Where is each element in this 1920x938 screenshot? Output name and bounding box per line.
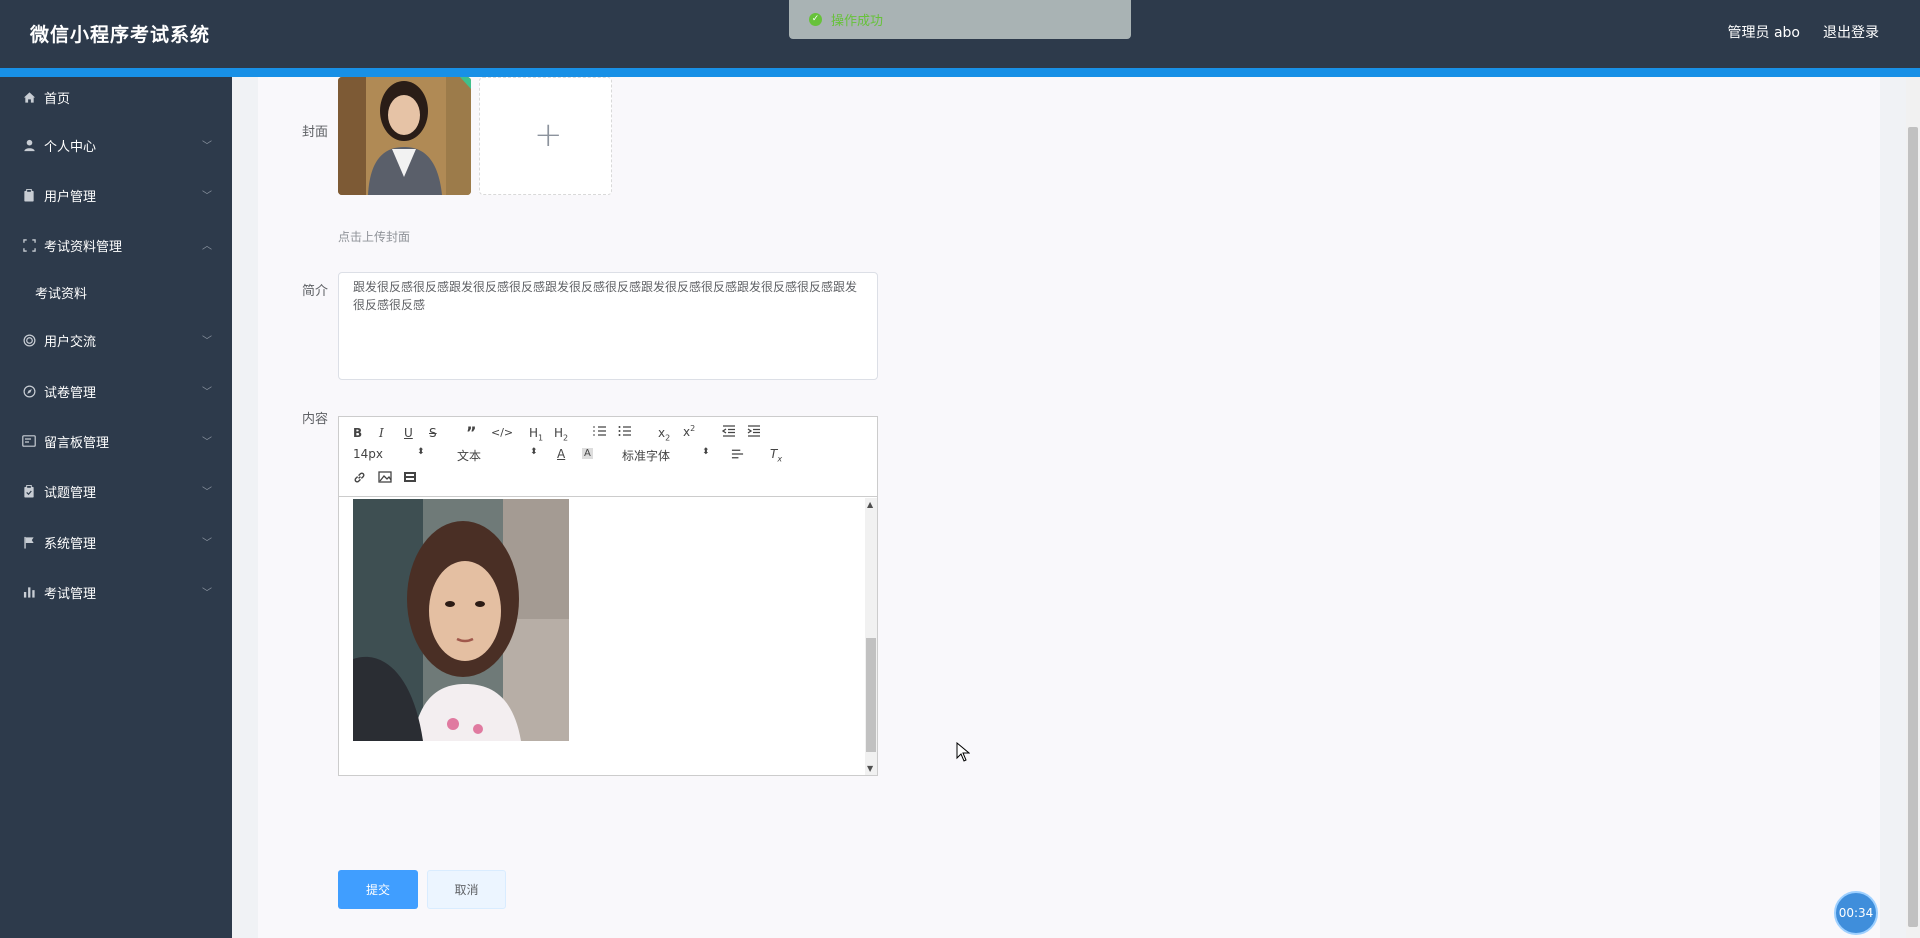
align-icon[interactable] — [731, 448, 744, 463]
block-format-select[interactable]: 文本 ⬍ — [457, 447, 538, 464]
ordered-list-icon[interactable] — [593, 425, 607, 440]
sidebar-item-label: 考试资料 — [35, 286, 88, 302]
header-1-icon[interactable]: H1 — [529, 426, 543, 442]
font-size-select[interactable]: 14px ⬍ — [353, 447, 425, 461]
sidebar-item-label: 首页 — [44, 91, 71, 107]
chevron-down-icon: ﹀ — [202, 588, 212, 599]
clear-format-icon[interactable]: Tx — [770, 447, 782, 463]
sidebar-item-label: 用户管理 — [44, 189, 97, 205]
sidebar-item-user-exchange[interactable]: 用户交流 ﹀ — [0, 320, 232, 360]
sidebar: 首页 个人中心 ﹀ 用户管理 ﹀ 考试资料管理 ︿ 考试资料 用户交流 ﹀ 试卷… — [0, 77, 232, 938]
sidebar-item-label: 考试管理 — [44, 586, 97, 602]
current-user-label: 管理员 abo — [1727, 25, 1800, 41]
cover-upload-button[interactable]: + — [479, 77, 612, 195]
app-title: 微信小程序考试系统 — [30, 24, 211, 46]
sidebar-item-system-management[interactable]: 系统管理 ﹀ — [0, 522, 232, 562]
logout-button[interactable]: 退出登录 — [1823, 22, 1879, 42]
summary-label: 简介 — [302, 284, 329, 299]
sidebar-subitem-exam-material[interactable]: 考试资料 — [0, 272, 232, 312]
chevron-down-icon: ﹀ — [202, 191, 212, 202]
strikethrough-icon[interactable]: S — [429, 426, 437, 440]
plus-icon: + — [534, 115, 563, 155]
sidebar-item-label: 用户交流 — [44, 334, 97, 350]
mouse-cursor-icon — [956, 741, 971, 762]
chevron-down-icon: ﹀ — [202, 387, 212, 398]
outdent-icon[interactable] — [721, 425, 736, 440]
user-icon — [22, 138, 36, 152]
sidebar-item-label: 个人中心 — [44, 139, 97, 155]
underline-icon[interactable]: U — [404, 426, 413, 440]
chevron-down-icon: ﹀ — [202, 141, 212, 152]
chat-icon — [22, 333, 36, 347]
bold-icon[interactable]: B — [353, 426, 362, 440]
header-accent-bar — [0, 68, 1920, 77]
sidebar-item-home[interactable]: 首页 — [0, 77, 232, 117]
chevron-down-icon: ﹀ — [202, 437, 212, 448]
board-icon — [22, 434, 36, 448]
sidebar-item-label: 留言板管理 — [44, 435, 110, 451]
scroll-up-icon[interactable]: ▲ — [867, 500, 873, 509]
cancel-button[interactable]: 取消 — [427, 870, 506, 909]
submit-button[interactable]: 提交 — [338, 870, 418, 909]
chevron-down-icon: ﹀ — [202, 487, 212, 498]
cover-label: 封面 — [302, 125, 329, 140]
frame-icon — [22, 238, 36, 252]
timer-badge: 00:34 — [1834, 891, 1878, 935]
indent-icon[interactable] — [747, 425, 761, 440]
background-color-icon[interactable]: A — [582, 448, 593, 459]
video-icon[interactable] — [403, 471, 417, 486]
sidebar-item-label: 考试资料管理 — [44, 239, 123, 255]
success-toast: ✓ 操作成功 — [789, 0, 1131, 39]
sidebar-item-label: 试题管理 — [44, 485, 97, 501]
check-circle-icon: ✓ — [809, 13, 822, 26]
code-block-icon[interactable]: </> — [491, 426, 513, 439]
bullet-list-icon[interactable] — [618, 425, 632, 440]
sidebar-item-user-management[interactable]: 用户管理 ﹀ — [0, 175, 232, 215]
flag-icon — [22, 535, 36, 549]
editor-content-area[interactable]: ▲ ▼ — [339, 498, 877, 775]
content-label: 内容 — [302, 412, 329, 427]
sidebar-item-message-board-management[interactable]: 留言板管理 ﹀ — [0, 421, 232, 461]
editor-scrollbar[interactable]: ▲ ▼ — [865, 498, 877, 775]
sidebar-item-personal-center[interactable]: 个人中心 ﹀ — [0, 125, 232, 165]
header-2-icon[interactable]: H2 — [554, 426, 568, 442]
content-photo — [353, 499, 569, 741]
text-color-icon[interactable]: A — [557, 447, 565, 461]
compass-icon — [22, 384, 36, 398]
home-icon — [22, 90, 36, 104]
summary-textarea[interactable]: 跟发很反感很反感跟发很反感很反感跟发很反感很反感跟发很反感很反感跟发很反感很反感… — [338, 272, 878, 380]
chevron-up-icon: ︿ — [202, 241, 212, 252]
sidebar-item-exam-material-management[interactable]: 考试资料管理 ︿ — [0, 225, 232, 265]
link-icon[interactable] — [353, 471, 366, 487]
editor-scrollbar-thumb[interactable] — [866, 638, 876, 752]
superscript-icon[interactable]: x2 — [683, 424, 695, 439]
cover-upload-hint: 点击上传封面 — [338, 230, 411, 244]
sidebar-item-label: 系统管理 — [44, 536, 97, 552]
sidebar-item-label: 试卷管理 — [44, 385, 97, 401]
scroll-down-icon[interactable]: ▼ — [867, 764, 873, 773]
page-scrollbar-thumb[interactable] — [1908, 127, 1918, 927]
sidebar-item-exam-management[interactable]: 考试管理 ﹀ — [0, 572, 232, 612]
rich-text-editor: B I U S ” </> H1 H2 x2 x2 14px ⬍ 文本 ⬍ A A … — [338, 416, 878, 776]
cover-image-thumbnail[interactable] — [338, 77, 471, 195]
clipboard-check-icon — [22, 484, 36, 498]
clipboard-icon — [22, 188, 36, 202]
page-scrollbar[interactable] — [1906, 77, 1920, 938]
blockquote-icon[interactable]: ” — [466, 423, 477, 442]
italic-icon[interactable]: I — [379, 426, 384, 440]
image-icon[interactable] — [378, 471, 392, 486]
toast-message: 操作成功 — [831, 14, 884, 29]
sidebar-item-paper-management[interactable]: 试卷管理 ﹀ — [0, 371, 232, 411]
chevron-down-icon: ﹀ — [202, 336, 212, 347]
chevron-down-icon: ﹀ — [202, 538, 212, 549]
subscript-icon[interactable]: x2 — [658, 426, 670, 442]
sidebar-item-question-management[interactable]: 试题管理 ﹀ — [0, 471, 232, 511]
font-family-select[interactable]: 标准字体 ⬍ — [622, 447, 712, 464]
bar-chart-icon — [22, 585, 36, 599]
editor-toolbar: B I U S ” </> H1 H2 x2 x2 14px ⬍ 文本 ⬍ A A … — [339, 417, 877, 497]
